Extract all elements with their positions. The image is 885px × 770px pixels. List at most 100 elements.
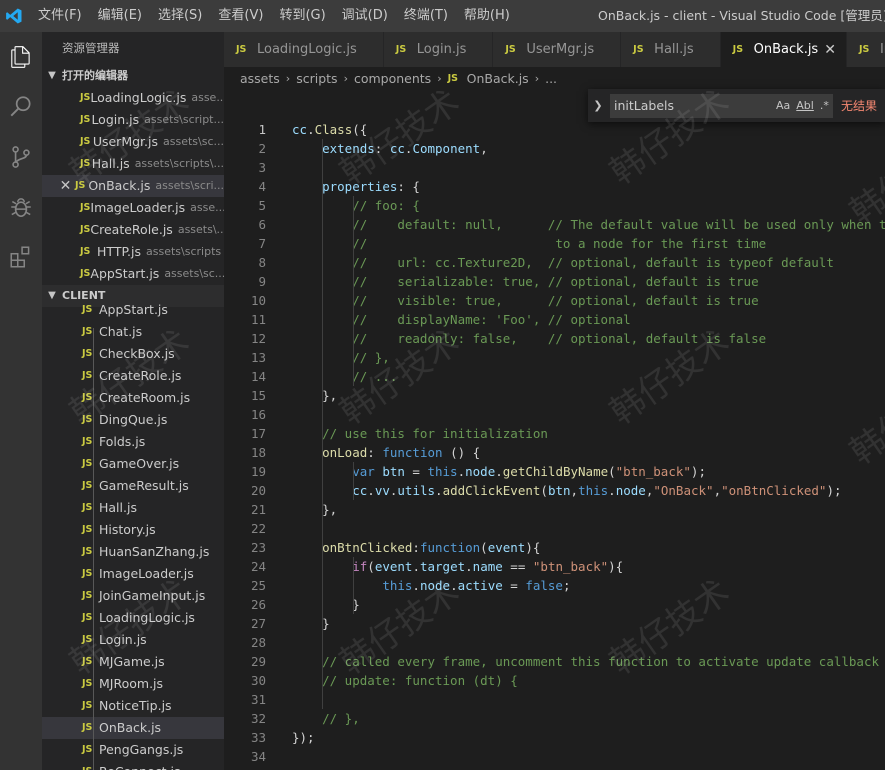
file-tree-item[interactable]: JS MJRoom.js (42, 673, 224, 695)
file-name: GameOver.js (99, 456, 180, 471)
file-tree-item[interactable]: JS PengGangs.js (42, 739, 224, 761)
menu-item[interactable]: 终端(T) (396, 0, 456, 32)
js-file-icon: JS (80, 246, 91, 257)
breadcrumb-item[interactable]: assets (240, 71, 280, 86)
line-number: 20 (250, 483, 266, 498)
code-line: // called every frame, uncomment this fu… (292, 654, 879, 669)
line-number: 27 (250, 616, 266, 631)
js-file-icon: JS (82, 370, 93, 381)
open-editor-item[interactable]: JS Login.js assets\script... (42, 109, 224, 131)
explorer-icon[interactable] (0, 32, 42, 82)
code-line: // }, (292, 711, 360, 726)
open-editors-label: 打开的编辑器 (62, 69, 128, 82)
js-file-icon: JS (82, 502, 93, 513)
open-editor-item[interactable]: JS Hall.js assets\scripts\... (42, 153, 224, 175)
line-number: 1 (258, 122, 266, 137)
regex-toggle[interactable]: .* (820, 99, 829, 112)
line-number: 6 (258, 217, 266, 232)
file-tree-item[interactable]: JS GameOver.js (42, 453, 224, 475)
file-tree-item[interactable]: JS AppStart.js (42, 299, 224, 321)
file-tree-item[interactable]: JS History.js (42, 519, 224, 541)
file-tree-item[interactable]: JS CheckBox.js (42, 343, 224, 365)
search-icon[interactable] (0, 82, 42, 132)
close-icon[interactable]: ✕ (824, 42, 836, 58)
match-case-toggle[interactable]: Aa (776, 99, 790, 112)
breadcrumb-item[interactable]: scripts (296, 71, 337, 86)
open-editor-item[interactable]: JS CreateRole.js assets\... (42, 219, 224, 241)
menu-item[interactable]: 转到(G) (271, 0, 333, 32)
open-editor-item[interactable]: JS HTTP.js assets\scripts (42, 241, 224, 263)
file-tree-item[interactable]: JS NoticeTip.js (42, 695, 224, 717)
tab-label: LoadingLogic.js (257, 42, 357, 57)
file-tree-item[interactable]: JS Folds.js (42, 431, 224, 453)
open-editor-item[interactable]: ✕ JS OnBack.js assets\scri... (42, 175, 224, 197)
file-tree-item[interactable]: JS Chat.js (42, 321, 224, 343)
close-icon[interactable]: ✕ (56, 175, 75, 197)
chevron-right-icon: › (437, 71, 442, 85)
open-editor-item[interactable]: JS AppStart.js assets\sc... (42, 263, 224, 285)
menu-item[interactable]: 编辑(E) (90, 0, 150, 32)
file-tree-item[interactable]: JS MJGame.js (42, 651, 224, 673)
breadcrumb-item[interactable]: OnBack.js (467, 71, 529, 86)
code-line: // visible: true, // optional, default i… (292, 293, 759, 308)
file-path: assets\script... (144, 113, 224, 126)
editor-tab[interactable]: JS Hall.js (621, 32, 721, 67)
file-tree-item[interactable]: JS CreateRoom.js (42, 387, 224, 409)
title-bar: 文件(F) 编辑(E) 选择(S) 查看(V) 转到(G) 调试(D) 终端(T) 帮助(H)… (0, 0, 885, 32)
line-number: 10 (250, 293, 266, 308)
file-tree-item[interactable]: JS JoinGameInput.js (42, 585, 224, 607)
file-path: assets\scri... (155, 179, 224, 192)
line-number: 33 (250, 730, 266, 745)
file-tree-item[interactable]: JS Login.js (42, 629, 224, 651)
code-line: // displayName: 'Foo', // optional (292, 312, 631, 327)
menu-item[interactable]: 查看(V) (210, 0, 271, 32)
source-control-icon[interactable] (0, 132, 42, 182)
breadcrumb-item[interactable]: ... (545, 71, 557, 86)
editor-tab[interactable]: JS Login.js (383, 32, 494, 67)
chevron-right-icon[interactable]: ❯ (588, 99, 608, 112)
extensions-icon[interactable] (0, 232, 42, 282)
file-tree-item[interactable]: JS GameResult.js (42, 475, 224, 497)
editor-tab[interactable]: JS OnBack.js ✕ (720, 32, 847, 67)
breadcrumb-item[interactable]: components (354, 71, 431, 86)
line-number: 32 (250, 711, 266, 726)
file-name: Folds.js (99, 434, 146, 449)
file-path: assets\... (177, 223, 224, 236)
file-path: assets\scripts\... (134, 157, 224, 170)
code-content[interactable]: cc.Class({ extends: cc.Component, proper… (292, 120, 885, 766)
open-editor-item[interactable]: JS LoadingLogic.js asse... (42, 87, 224, 109)
code-line: } (292, 597, 360, 612)
file-tree-item[interactable]: JSReConnect.js (42, 761, 224, 770)
open-editors-header[interactable]: ▼ 打开的编辑器 (42, 65, 224, 87)
file-tree-item[interactable]: JS OnBack.js (42, 717, 224, 739)
file-tree-item[interactable]: JS CreateRole.js (42, 365, 224, 387)
js-file-icon: JS (395, 44, 407, 55)
editor-tab[interactable]: JS UserMgr.js (493, 32, 622, 67)
file-name: DingQue.js (99, 412, 168, 427)
file-tree-item[interactable]: JS ImageLoader.js (42, 563, 224, 585)
file-tree-item[interactable]: JS HuanSanZhang.js (42, 541, 224, 563)
menu-item[interactable]: 帮助(H) (456, 0, 518, 32)
line-number: 2 (258, 141, 266, 156)
open-editor-item[interactable]: JS UserMgr.js assets\sc... (42, 131, 224, 153)
editor-tab[interactable]: JS ImageLoader.js (846, 32, 885, 67)
file-tree-item[interactable]: JS DingQue.js (42, 409, 224, 431)
code-line: // to a node for the first time (292, 236, 767, 251)
menu-item[interactable]: 选择(S) (150, 0, 210, 32)
file-tree-item[interactable]: JS LoadingLogic.js (42, 607, 224, 629)
menu-item[interactable]: 调试(D) (334, 0, 396, 32)
editor-tab[interactable]: JS LoadingLogic.js (224, 32, 384, 67)
js-file-icon: JS (82, 678, 93, 689)
line-number: 15 (250, 388, 266, 403)
file-name: ReConnect.js (99, 761, 180, 770)
menu-item[interactable]: 文件(F) (30, 0, 90, 32)
find-input[interactable] (610, 98, 770, 113)
file-tree-item[interactable]: JS Hall.js (42, 497, 224, 519)
debug-icon[interactable] (0, 182, 42, 232)
tab-label: Hall.js (654, 42, 694, 57)
open-editor-item[interactable]: JS ImageLoader.js asse... (42, 197, 224, 219)
js-file-icon: JS (82, 656, 93, 667)
whole-word-toggle[interactable]: Abl (796, 99, 814, 112)
code-editor[interactable]: 1 2 3 4 5 6 7 8 9 10 11 12 13 14 15 16 17 18 19 20 21 22 23 24 2… (224, 89, 885, 770)
